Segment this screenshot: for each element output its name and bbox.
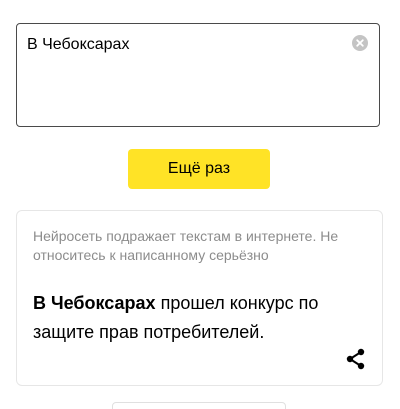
prompt-input-value[interactable]: В Чебоксарах xyxy=(27,35,129,55)
share-button[interactable] xyxy=(344,347,368,371)
clear-input-button[interactable] xyxy=(352,35,368,51)
prompt-input[interactable]: В Чебоксарах xyxy=(16,23,380,127)
result-card: Нейросеть подражает текстам в интернете.… xyxy=(16,210,383,386)
share-icon xyxy=(346,348,365,370)
page: В Чебоксарах Ещё раз Нейросеть подражает… xyxy=(0,0,400,409)
bottom-button-peek[interactable] xyxy=(112,402,286,409)
clear-circle-icon xyxy=(356,39,364,47)
generated-text: В Чебоксарах прошел конкурс по защите пр… xyxy=(33,289,363,347)
disclaimer-text: Нейросеть подражает текстам в интернете.… xyxy=(33,228,339,263)
generated-text-prompt: В Чебоксарах xyxy=(33,293,156,313)
again-button[interactable]: Ещё раз xyxy=(128,149,270,189)
